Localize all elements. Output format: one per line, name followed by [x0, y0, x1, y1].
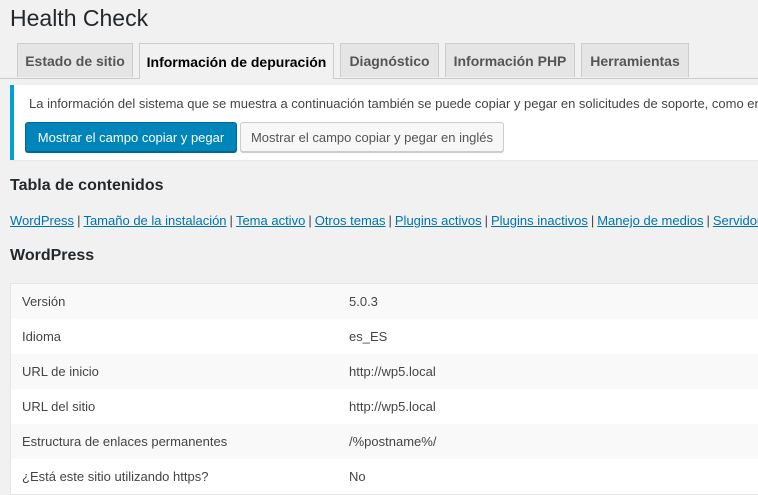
row-value: es_ES	[349, 329, 388, 344]
row-label: ¿Está este sitio utilizando https?	[22, 469, 209, 484]
row-value: 5.0.3	[349, 294, 378, 309]
table-row: ¿Está este sitio utilizando https? No	[11, 459, 758, 494]
tab-informacion-de-depuracion[interactable]: Información de depuración	[139, 43, 334, 79]
toc-link-server[interactable]: Servidor	[713, 213, 758, 228]
row-value: http://wp5.local	[349, 364, 436, 379]
notice-text: La información del sistema que se muestr…	[29, 96, 758, 111]
page-title: Health Check	[10, 5, 149, 31]
table-row: Versión 5.0.3	[11, 284, 758, 319]
tab-diagnostico[interactable]: Diagnóstico	[340, 43, 439, 77]
row-value: No	[349, 469, 366, 484]
table-row: URL de inicio http://wp5.local	[11, 354, 758, 389]
tab-herramientas[interactable]: Herramientas	[581, 43, 689, 77]
toc-separator: |	[484, 213, 488, 228]
tab-bar: Estado de sitio Información de depuració…	[0, 43, 758, 79]
toc-separator: |	[229, 213, 233, 228]
wordpress-info-table: Versión 5.0.3 Idioma es_ES URL de inicio…	[10, 283, 758, 495]
toc-separator: |	[388, 213, 392, 228]
toc-separator: |	[590, 213, 595, 228]
toc-link-active-theme[interactable]: Tema activo	[236, 213, 305, 228]
tab-estado-de-sitio[interactable]: Estado de sitio	[17, 43, 133, 77]
toc-link-active-plugins[interactable]: Plugins activos	[395, 213, 482, 228]
table-row: URL del sitio http://wp5.local	[11, 389, 758, 424]
toc-separator: |	[706, 213, 710, 228]
row-value: /%postname%/	[349, 434, 437, 449]
row-label: Idioma	[22, 329, 62, 344]
toc-link-installation-size[interactable]: Tamaño de la instalación	[83, 213, 226, 228]
table-row: Idioma es_ES	[11, 319, 758, 354]
row-label: Estructura de enlaces permanentes	[22, 434, 228, 449]
show-copy-field-english-button[interactable]: Mostrar el campo copiar y pegar en inglé…	[240, 122, 504, 152]
info-notice: La información del sistema que se muestr…	[10, 85, 758, 160]
row-label: URL de inicio	[22, 364, 99, 379]
table-of-contents: WordPress | Tamaño de la instalación | Tema …	[10, 213, 758, 228]
row-label: URL del sitio	[22, 399, 96, 414]
wordpress-section-heading: WordPress	[10, 247, 95, 264]
show-copy-field-button[interactable]: Mostrar el campo copiar y pegar	[25, 122, 237, 152]
row-label: Versión	[22, 294, 66, 309]
toc-link-media-handling[interactable]: Manejo de medios	[597, 213, 703, 228]
row-value: http://wp5.local	[349, 399, 436, 414]
toc-link-other-themes[interactable]: Otros temas	[315, 213, 386, 228]
toc-link-inactive-plugins[interactable]: Plugins inactivos	[491, 213, 588, 228]
toc-separator: |	[308, 213, 312, 228]
toc-heading: Tabla de contenidos	[10, 177, 164, 194]
table-row: Estructura de enlaces permanentes /%post…	[11, 424, 758, 459]
tab-informacion-php[interactable]: Información PHP	[445, 43, 575, 77]
toc-link-wordpress[interactable]: WordPress	[10, 213, 74, 228]
